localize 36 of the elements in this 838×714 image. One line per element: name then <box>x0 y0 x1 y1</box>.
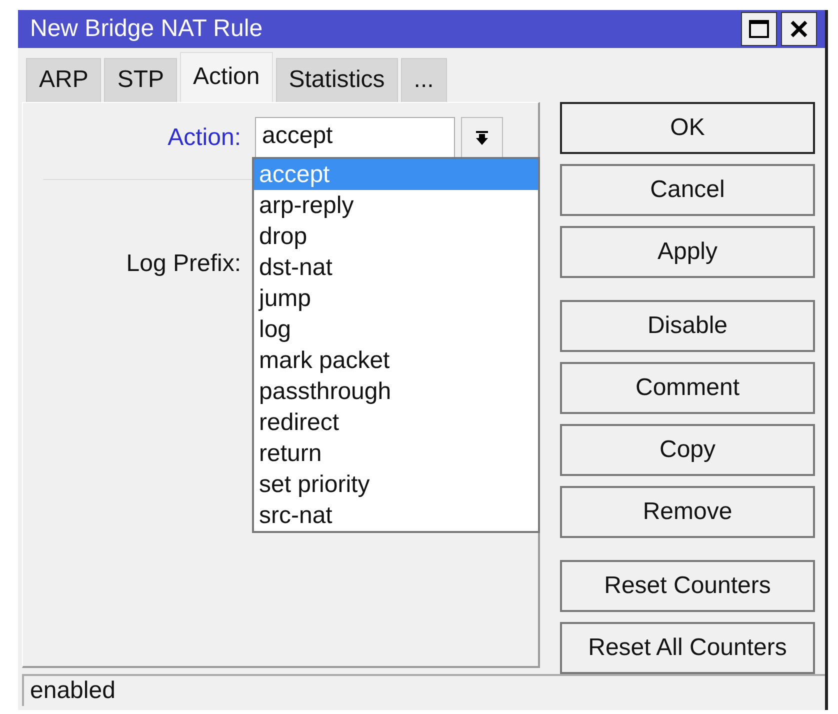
tab[interactable]: ARP <box>26 58 102 102</box>
dialog-button[interactable]: Cancel <box>560 164 815 216</box>
window-title: New Bridge NAT Rule <box>30 14 263 43</box>
tab[interactable]: ... <box>400 58 447 102</box>
maximize-icon <box>748 18 770 39</box>
tab[interactable]: STP <box>104 58 178 102</box>
dropdown-arrow-icon <box>474 130 490 146</box>
dropdown-option[interactable]: arp-reply <box>254 190 538 221</box>
action-field[interactable]: accept <box>255 116 455 159</box>
tab[interactable]: Statistics <box>276 58 398 102</box>
dropdown-option[interactable]: dst-nat <box>254 252 538 283</box>
maximize-button[interactable] <box>741 12 777 46</box>
dialog-button[interactable]: Disable <box>560 300 815 352</box>
dialog-button[interactable]: Reset All Counters <box>560 622 815 674</box>
dialog-button[interactable]: Copy <box>560 424 815 476</box>
dialog-button[interactable]: Apply <box>560 226 815 278</box>
dropdown-option[interactable]: log <box>254 314 538 345</box>
dialog-button[interactable]: Remove <box>560 486 815 538</box>
close-button[interactable] <box>781 12 817 46</box>
dialog-button[interactable]: Comment <box>560 362 815 414</box>
field-label: Action: <box>166 124 242 152</box>
status-text: enabled <box>30 676 116 705</box>
dropdown-option[interactable]: redirect <box>254 406 538 438</box>
dialog-button[interactable]: OK <box>560 102 815 154</box>
dropdown-option[interactable]: jump <box>254 282 538 314</box>
close-icon <box>789 18 809 39</box>
dialog-button[interactable]: Reset Counters <box>560 560 815 612</box>
dropdown-option[interactable]: return <box>254 438 538 469</box>
tab[interactable]: Action <box>180 52 273 102</box>
dropdown-option[interactable]: drop <box>254 220 538 252</box>
dropdown-option[interactable]: mark packet <box>254 344 538 376</box>
dropdown-button[interactable] <box>461 116 503 159</box>
field-label: Log Prefix: <box>125 250 242 278</box>
dropdown-option[interactable]: passthrough <box>254 376 538 407</box>
dropdown-option[interactable]: src-nat <box>254 500 538 531</box>
dropdown-option[interactable]: set priority <box>254 468 538 500</box>
